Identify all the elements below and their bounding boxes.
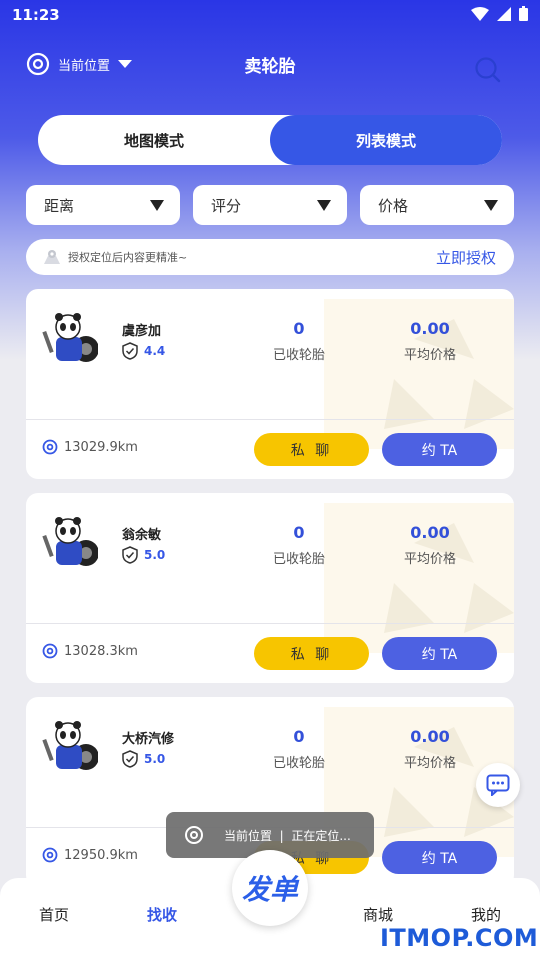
battery-icon — [519, 6, 528, 21]
status-time: 11:23 — [12, 6, 60, 24]
panda-mechanic-avatar — [42, 313, 98, 362]
appointment-button[interactable]: 约 TA — [382, 433, 497, 466]
collected-label: 已收轮胎 — [272, 348, 325, 363]
shop-rating: 5.0 — [122, 546, 165, 564]
stat-collected: 0 已收轮胎 — [239, 523, 359, 567]
tab-map-mode[interactable]: 地图模式 — [38, 115, 270, 165]
rating-value: 5.0 — [144, 752, 166, 766]
toast-separator: | — [279, 828, 284, 843]
location-icon — [42, 643, 58, 659]
filter-label: 价格 — [378, 196, 409, 215]
distance-value: 13029.9km — [64, 439, 138, 455]
private-chat-button[interactable]: 私 聊 — [254, 433, 369, 466]
shop-rating: 5.0 — [122, 750, 165, 768]
stat-avg-price: 0.00 平均价格 — [370, 523, 490, 567]
auth-banner: 授权定位后内容更精准~ 立即授权 — [26, 239, 514, 275]
filter-bar: 距离 评分 价格 — [26, 185, 514, 225]
map-pin-icon — [44, 250, 60, 264]
distance: 12950.9km — [42, 847, 138, 863]
auth-hint: 授权定位后内容更精准~ — [68, 251, 188, 264]
mode-toggle: 地图模式 列表模式 — [38, 115, 502, 165]
location-icon — [42, 439, 58, 455]
avg-price-value: 0.00 — [410, 727, 450, 746]
top-bar: 当前位置 卖轮胎 — [0, 40, 540, 90]
shop-name: 虞彦加 — [122, 324, 162, 339]
collected-label: 已收轮胎 — [272, 756, 325, 771]
filter-label: 距离 — [44, 196, 75, 215]
rating-value: 4.4 — [144, 344, 166, 358]
filter-rating[interactable]: 评分 — [193, 185, 347, 225]
collected-label: 已收轮胎 — [272, 552, 325, 567]
distance: 13029.9km — [42, 439, 138, 455]
shield-check-icon — [122, 546, 138, 564]
triangle-down-icon — [150, 199, 164, 211]
divider — [26, 623, 514, 624]
panda-mechanic-avatar — [42, 721, 98, 770]
tab-list-mode[interactable]: 列表模式 — [270, 115, 502, 165]
distance: 13028.3km — [42, 643, 138, 659]
triangle-down-icon — [484, 199, 498, 211]
avg-price-label: 平均价格 — [403, 756, 456, 771]
divider — [26, 419, 514, 420]
avg-price-label: 平均价格 — [403, 348, 456, 363]
filter-distance[interactable]: 距离 — [26, 185, 180, 225]
shop-name: 翁余敏 — [122, 528, 162, 543]
authorize-link[interactable]: 立即授权 — [436, 247, 496, 268]
avg-price-label: 平均价格 — [403, 552, 456, 567]
toast-status: 正在定位... — [291, 828, 351, 843]
private-chat-button[interactable]: 私 聊 — [254, 637, 369, 670]
rating-value: 5.0 — [144, 548, 166, 562]
appointment-button[interactable]: 约 TA — [382, 841, 497, 874]
stat-avg-price: 0.00 平均价格 — [370, 727, 490, 771]
location-icon — [42, 847, 58, 863]
stat-collected: 0 已收轮胎 — [239, 727, 359, 771]
signal-icon — [497, 6, 511, 21]
tab-mall[interactable]: 商城 — [348, 904, 408, 925]
wifi-icon — [471, 6, 489, 21]
location-icon — [185, 826, 203, 844]
chat-bubble-icon — [486, 774, 510, 796]
shield-check-icon — [122, 342, 138, 360]
search-icon[interactable] — [474, 56, 502, 84]
tab-find-collect[interactable]: 找收 — [132, 904, 192, 925]
distance-value: 13028.3km — [64, 643, 138, 659]
filter-label: 评分 — [211, 196, 242, 215]
stat-collected: 0 已收轮胎 — [239, 319, 359, 363]
collected-value: 0 — [293, 727, 305, 746]
post-order-button[interactable]: 发单 — [232, 850, 308, 926]
toast-location-label: 当前位置 — [224, 828, 273, 843]
page-title: 卖轮胎 — [244, 57, 296, 77]
distance-value: 12950.9km — [64, 847, 138, 863]
shield-check-icon — [122, 750, 138, 768]
avg-price-value: 0.00 — [410, 523, 450, 542]
toast-text: 当前位置 | 正在定位... — [224, 827, 351, 844]
collected-value: 0 — [293, 523, 305, 542]
tab-mine[interactable]: 我的 — [456, 904, 516, 925]
message-float-button[interactable] — [476, 763, 520, 807]
panda-mechanic-avatar — [42, 517, 98, 566]
appointment-button[interactable]: 约 TA — [382, 637, 497, 670]
status-icons — [471, 6, 528, 21]
shop-rating: 4.4 — [122, 342, 165, 360]
collected-value: 0 — [293, 319, 305, 338]
shop-card[interactable]: 虞彦加 4.4 0 已收轮胎 0.00 平均价格 13029.9km 私 聊 约… — [26, 289, 514, 479]
shop-card[interactable]: 翁余敏 5.0 0 已收轮胎 0.00 平均价格 13028.3km 私 聊 约… — [26, 493, 514, 683]
triangle-down-icon — [317, 199, 331, 211]
tab-home[interactable]: 首页 — [24, 904, 84, 925]
stat-avg-price: 0.00 平均价格 — [370, 319, 490, 363]
avg-price-value: 0.00 — [410, 319, 450, 338]
site-watermark: ITMOP.COM — [380, 924, 539, 952]
filter-price[interactable]: 价格 — [360, 185, 514, 225]
shop-name: 大桥汽修 — [122, 732, 175, 747]
status-bar: 11:23 — [0, 0, 540, 30]
